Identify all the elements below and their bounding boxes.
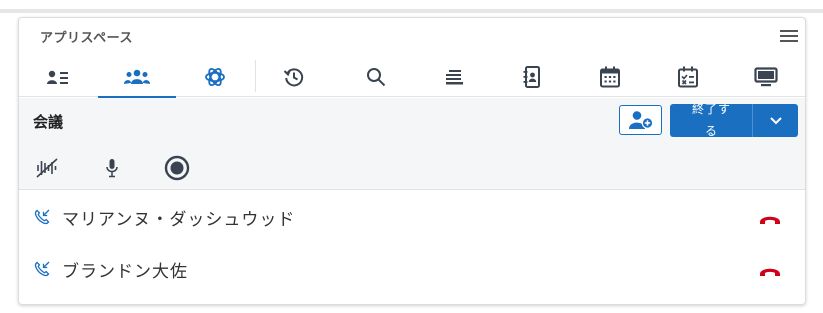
participant-row: マリアンヌ・ダッシュウッド — [19, 191, 805, 241]
meeting-title: 会議 — [33, 113, 64, 131]
tab-history[interactable] — [255, 56, 333, 97]
participant-row: ブランドン大佐 — [19, 243, 805, 293]
calendar-icon — [600, 66, 620, 87]
participant-name: ブランドン大佐 — [62, 262, 188, 282]
end-meeting-button[interactable]: 終了する — [670, 104, 753, 137]
tab-people-group[interactable] — [98, 56, 176, 98]
hang-up-icon[interactable] — [758, 265, 782, 279]
add-person-icon — [628, 111, 653, 129]
top-divider — [0, 9, 823, 13]
microphone-icon — [106, 159, 118, 178]
panel-title: アプリスペース — [40, 31, 133, 46]
audio-wave-toggle[interactable] — [33, 154, 61, 182]
meeting-bar: 会議 終了する — [19, 98, 805, 190]
audio-wave-muted-icon — [36, 158, 58, 178]
task-checklist-icon — [678, 66, 698, 87]
contact-card-icon — [47, 70, 68, 84]
people-group-icon — [124, 69, 150, 84]
tab-queue[interactable] — [415, 56, 493, 97]
search-icon — [367, 67, 386, 86]
end-meeting-label: 終了する — [691, 104, 731, 137]
queue-list-icon — [446, 69, 463, 84]
record-icon — [164, 155, 190, 181]
app-tab-bar — [19, 56, 805, 98]
panel-header: アプリスペース — [19, 18, 805, 54]
hamburger-menu-icon[interactable] — [779, 29, 799, 43]
tab-contact-card[interactable] — [19, 56, 97, 97]
tab-search[interactable] — [337, 56, 415, 97]
microphone-toggle[interactable] — [98, 154, 126, 182]
hang-up-icon[interactable] — [758, 213, 782, 227]
participant-name: マリアンヌ・ダッシュウッド — [62, 210, 296, 230]
end-meeting-split-button: 終了する — [670, 104, 798, 137]
history-icon — [283, 67, 304, 86]
add-participant-button[interactable] — [619, 105, 662, 135]
tab-monitor[interactable] — [727, 56, 805, 97]
app-space-panel: アプリスペース 会議 終了する マリアンヌ・ダッシュウッド ブランドン大佐 — [18, 17, 806, 305]
ai-flower-icon — [205, 67, 225, 86]
phone-incoming-icon — [34, 209, 50, 225]
chevron-down-icon — [769, 116, 782, 124]
address-book-icon — [523, 65, 540, 88]
tab-ai[interactable] — [176, 56, 254, 97]
tab-calendar[interactable] — [571, 56, 649, 97]
tab-address-book[interactable] — [493, 56, 571, 97]
tab-tasks[interactable] — [649, 56, 727, 97]
record-toggle[interactable] — [163, 154, 191, 182]
monitor-icon — [754, 66, 778, 86]
phone-incoming-icon — [34, 261, 50, 277]
end-meeting-dropdown[interactable] — [753, 104, 798, 137]
